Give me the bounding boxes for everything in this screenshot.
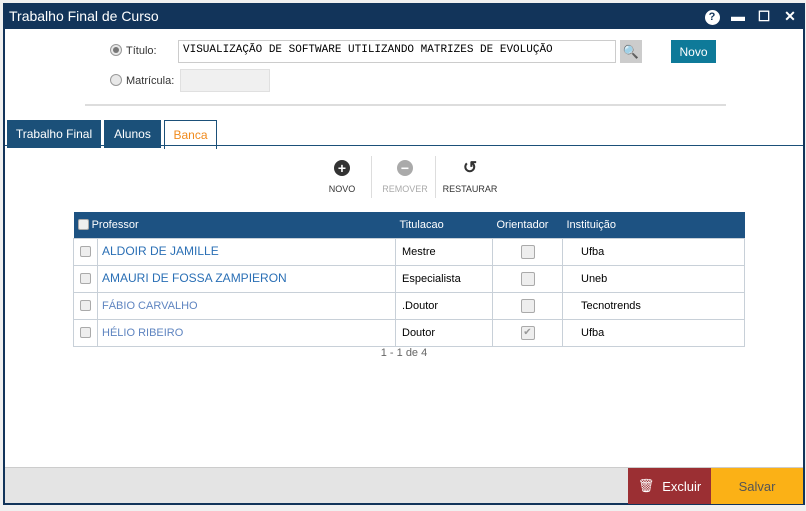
title-bar: Trabalho Final de Curso ? ▬ ☐ ✕ <box>5 3 803 29</box>
restore-icon: ↺ <box>462 158 478 177</box>
toolbar-divider <box>435 156 436 198</box>
divider <box>85 104 726 106</box>
row-checkbox[interactable] <box>80 327 91 338</box>
orientador-checkbox[interactable] <box>520 271 535 286</box>
matricula-radio[interactable] <box>110 74 122 86</box>
tab-trabalho-final[interactable]: Trabalho Final <box>7 120 101 148</box>
table-row[interactable]: HÉLIO RIBEIRO Doutor ✔ Ufba <box>73 318 745 347</box>
table-row[interactable]: ALDOIR DE JAMILLE Mestre Ufba <box>73 237 745 266</box>
plus-circle-icon: + <box>334 160 350 176</box>
maximize-icon[interactable]: ☐ <box>751 8 777 25</box>
instituicao-cell: Tecnotrends <box>562 291 745 320</box>
restaurar-tool-button[interactable]: ↺ RESTAURAR <box>440 158 500 194</box>
matricula-input[interactable] <box>180 69 270 92</box>
orientador-checkbox[interactable]: ✔ <box>520 325 535 340</box>
professor-link[interactable]: ALDOIR DE JAMILLE <box>102 243 219 257</box>
excluir-button[interactable]: 🗑 Excluir <box>628 468 711 504</box>
close-icon[interactable]: ✕ <box>777 8 803 25</box>
titulacao-cell: Especialista <box>395 264 493 293</box>
header-orientador: Orientador <box>492 212 563 238</box>
novo-button[interactable]: Novo <box>671 40 716 63</box>
tab-underline <box>5 145 803 146</box>
row-checkbox[interactable] <box>80 300 91 311</box>
minimize-icon[interactable]: ▬ <box>725 8 751 24</box>
titulacao-cell: .Doutor <box>395 291 493 320</box>
select-all-checkbox[interactable] <box>77 219 89 231</box>
tab-alunos[interactable]: Alunos <box>104 120 161 148</box>
minus-circle-icon: − <box>397 160 413 176</box>
row-checkbox[interactable] <box>80 273 91 284</box>
instituicao-cell: Ufba <box>562 237 745 266</box>
titulo-radio[interactable] <box>110 44 122 56</box>
toolbar-divider <box>371 156 372 198</box>
pagination-info: 1 - 1 de 4 <box>380 347 428 359</box>
professor-link[interactable]: FÁBIO CARVALHO <box>102 299 198 311</box>
trash-icon: 🗑 <box>637 478 655 493</box>
header-instituicao: Instituição <box>562 212 745 238</box>
header-professor: Professor <box>91 218 139 231</box>
table-header-row: Professor Titulacao Orientador Instituiç… <box>73 212 745 238</box>
dialog-window: Trabalho Final de Curso ? ▬ ☐ ✕ Título: … <box>3 3 805 505</box>
table-row[interactable]: AMAURI DE FOSSA ZAMPIERON Especialista U… <box>73 264 745 293</box>
titulo-label: Título: <box>126 45 157 57</box>
titulacao-cell: Mestre <box>395 237 493 266</box>
instituicao-cell: Ufba <box>562 318 745 347</box>
search-icon[interactable]: 🔍 <box>620 40 642 63</box>
professor-link[interactable]: AMAURI DE FOSSA ZAMPIERON <box>102 270 287 284</box>
banca-table: Professor Titulacao Orientador Instituiç… <box>73 212 745 347</box>
help-icon[interactable]: ? <box>699 7 725 25</box>
titulacao-cell: Doutor <box>395 318 493 347</box>
table-row[interactable]: FÁBIO CARVALHO .Doutor Tecnotrends <box>73 291 745 320</box>
salvar-button[interactable]: Salvar <box>711 468 803 504</box>
remover-tool-label: REMOVER <box>382 184 428 194</box>
instituicao-cell: Uneb <box>562 264 745 293</box>
titulo-input[interactable]: VISUALIZAÇÃO DE SOFTWARE UTILIZANDO MATR… <box>178 40 616 63</box>
row-checkbox[interactable] <box>80 246 91 257</box>
orientador-checkbox[interactable] <box>520 298 535 313</box>
window-title: Trabalho Final de Curso <box>9 8 159 24</box>
novo-tool-button[interactable]: + NOVO <box>322 160 362 194</box>
novo-tool-label: NOVO <box>328 184 356 194</box>
orientador-checkbox[interactable] <box>520 244 535 259</box>
professor-link[interactable]: HÉLIO RIBEIRO <box>102 326 183 338</box>
remover-tool-button[interactable]: − REMOVER <box>380 160 430 194</box>
excluir-label: Excluir <box>662 478 702 494</box>
restaurar-tool-label: RESTAURAR <box>442 184 498 194</box>
matricula-label: Matrícula: <box>126 75 175 87</box>
header-titulacao: Titulacao <box>395 212 493 238</box>
footer-bar: 🗑 Excluir Salvar <box>5 467 803 504</box>
